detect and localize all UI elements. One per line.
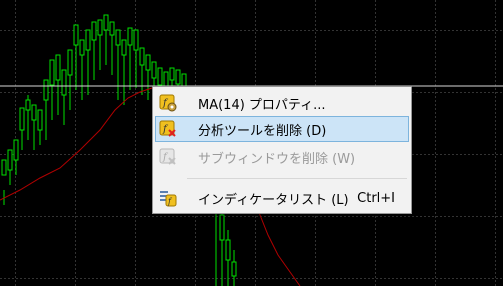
menu-item-indicator-list[interactable]: f インディケータリスト (L) Ctrl+I [155, 185, 409, 211]
menu-item-delete-indicator[interactable]: f 分析ツールを削除 (D) [155, 116, 409, 142]
menu-separator [187, 178, 407, 179]
menu-item-label: インディケータリスト (L) [198, 192, 349, 208]
menu-item-label: サブウィンドウを削除 (W) [198, 151, 356, 167]
indicator-list-icon: f [160, 191, 177, 207]
menu-item-shortcut: Ctrl+I [357, 190, 395, 206]
menu-item-delete-subwindow[interactable]: f サブウィンドウを削除 (W) [155, 144, 409, 170]
menu-item-label: 分析ツールを削除 (D) [198, 123, 327, 139]
delete-subwindow-icon: f [159, 148, 176, 165]
ma-line-lower [257, 209, 301, 286]
context-menu: f MA(14) プロパティ... f 分析ツールを削除 (D) f サブウィン… [152, 86, 412, 214]
menu-item-properties[interactable]: f MA(14) プロパティ... [155, 90, 409, 116]
delete-indicator-icon: f [159, 120, 176, 137]
properties-icon: f [159, 94, 177, 112]
menu-item-label: MA(14) プロパティ... [198, 97, 326, 113]
